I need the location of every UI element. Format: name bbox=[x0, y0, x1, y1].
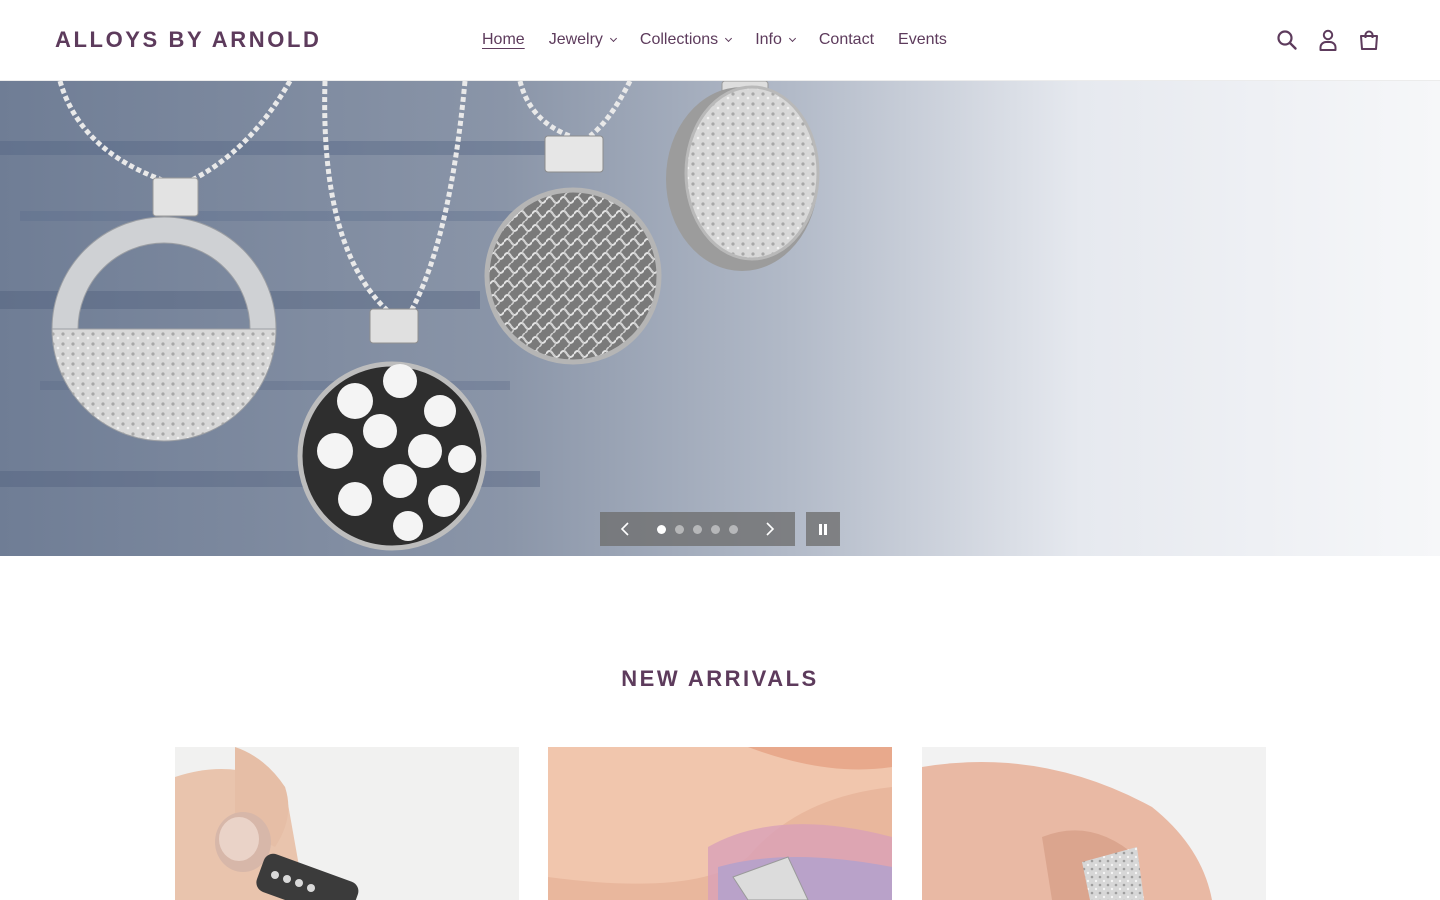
product-image-textured-ring bbox=[548, 747, 892, 900]
pause-icon bbox=[819, 523, 827, 535]
slide-dot-4[interactable] bbox=[711, 524, 720, 534]
nav-item-jewelry[interactable]: Jewelry bbox=[537, 20, 628, 60]
nav-label: Info bbox=[755, 31, 782, 48]
site-logo[interactable]: ALLOYS BY ARNOLD bbox=[55, 27, 322, 53]
product-card-3[interactable] bbox=[922, 747, 1266, 900]
nav-label: Events bbox=[898, 31, 947, 48]
chevron-down-icon bbox=[725, 34, 733, 43]
main-nav: Home Jewelry Collections Info Contact Ev… bbox=[470, 0, 959, 80]
chevron-left-icon bbox=[620, 522, 629, 536]
slide-dot-3[interactable] bbox=[693, 524, 702, 534]
product-card-1[interactable] bbox=[175, 747, 519, 900]
nav-item-collections[interactable]: Collections bbox=[628, 20, 743, 60]
cart-icon bbox=[1360, 30, 1378, 50]
hero-image-pendant-necklaces bbox=[0, 81, 1440, 556]
nav-label: Collections bbox=[639, 31, 719, 48]
nav-item-info[interactable]: Info bbox=[743, 20, 807, 60]
nav-label: Home bbox=[482, 31, 525, 48]
slide-dots bbox=[653, 524, 743, 534]
nav-label: Jewelry bbox=[548, 31, 603, 48]
product-card-2[interactable] bbox=[548, 747, 892, 900]
search-button[interactable] bbox=[1271, 24, 1303, 56]
hero-slideshow bbox=[0, 81, 1440, 556]
slide-dot-1[interactable] bbox=[657, 524, 666, 534]
account-icon bbox=[1319, 29, 1337, 51]
product-image-ring-held bbox=[175, 747, 519, 900]
cart-button[interactable] bbox=[1353, 24, 1385, 56]
chevron-down-icon bbox=[788, 34, 796, 43]
chevron-down-icon bbox=[609, 34, 617, 43]
account-button[interactable] bbox=[1312, 24, 1344, 56]
pause-slideshow-button[interactable] bbox=[806, 512, 840, 546]
section-title-new-arrivals: NEW ARRIVALS bbox=[621, 666, 819, 691]
nav-item-contact[interactable]: Contact bbox=[807, 20, 886, 60]
product-image-wide-ring bbox=[922, 747, 1266, 900]
chevron-right-icon bbox=[766, 522, 775, 536]
slide-dot-5[interactable] bbox=[729, 524, 738, 534]
site-header: ALLOYS BY ARNOLD Home Jewelry Collection… bbox=[0, 0, 1440, 81]
slideshow-controls bbox=[600, 512, 795, 546]
slide-dot-2[interactable] bbox=[675, 524, 684, 534]
nav-item-home[interactable]: Home bbox=[470, 20, 537, 60]
nav-item-events[interactable]: Events bbox=[886, 20, 959, 60]
next-slide-button[interactable] bbox=[761, 520, 779, 538]
previous-slide-button[interactable] bbox=[616, 520, 634, 538]
search-icon bbox=[1277, 30, 1297, 50]
nav-label: Contact bbox=[818, 31, 875, 48]
header-icons bbox=[1262, 24, 1385, 56]
